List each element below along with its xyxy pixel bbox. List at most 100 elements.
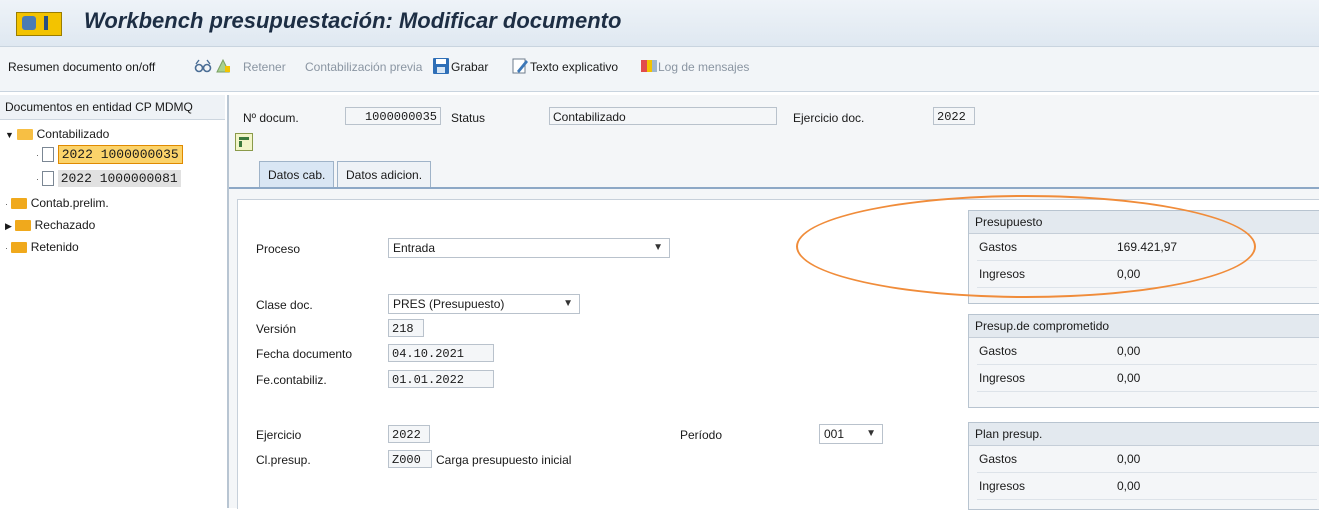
tree-node-parked-label: Contab.prelim. <box>30 196 109 210</box>
dropdown-arrow-icon: ▼ <box>653 242 663 253</box>
message-log-button[interactable]: Log de mensajes <box>658 60 749 74</box>
save-icon[interactable] <box>432 57 450 75</box>
version-label: Versión <box>256 322 297 336</box>
budget-revenues-row: Ingresos 0,00 <box>977 261 1317 288</box>
postdate-field[interactable]: 01.01.2022 <box>388 370 494 388</box>
expenses-label: Gastos <box>979 452 1018 466</box>
expenses-value: 0,00 <box>1117 452 1141 466</box>
tree-node-posted-label: Contabilizado <box>36 127 110 141</box>
tree-node-rejected[interactable]: ▶ Rechazado <box>5 218 95 232</box>
revenues-label: Ingresos <box>979 267 1026 281</box>
doctype-dropdown[interactable]: PRES (Presupuesto) ▼ <box>388 294 580 314</box>
process-value: Entrada <box>393 241 436 255</box>
hold-button[interactable]: Retener <box>243 60 286 74</box>
header-data-panel: Proceso Entrada ▼ Clase doc. PRES (Presu… <box>237 199 1319 510</box>
status-label: Status <box>451 111 486 125</box>
doc-year-label: Ejercicio doc. <box>793 111 865 125</box>
budget-group: Presupuesto Gastos 169.421,97 Ingresos 0… <box>968 210 1319 304</box>
tree-node-doc-2[interactable]: · 2022 1000000081 <box>36 170 181 187</box>
folder-open-icon <box>17 129 34 141</box>
period-dropdown[interactable]: 001 ▼ <box>819 424 883 444</box>
header-detail-icon[interactable] <box>235 133 253 151</box>
expand-arrow-icon[interactable]: ▼ <box>5 130 14 140</box>
tree-node-held[interactable]: · Retenido <box>5 240 79 254</box>
expand-arrow-icon[interactable]: ▶ <box>5 221 12 231</box>
budget-category-label: Cl.presup. <box>256 453 311 467</box>
tab-header-data[interactable]: Datos cab. <box>259 161 335 187</box>
doc-year-field[interactable]: 2022 <box>933 107 975 125</box>
dropdown-arrow-icon: ▼ <box>866 428 876 439</box>
version-field[interactable]: 218 <box>388 319 424 337</box>
revenues-label: Ingresos <box>979 479 1026 493</box>
period-value: 001 <box>824 427 845 441</box>
plan-expenses-row: Gastos 0,00 <box>977 446 1317 473</box>
budget-category-text: Carga presupuesto inicial <box>436 453 572 467</box>
folder-icon <box>11 242 28 254</box>
tree-bullet-icon: · <box>36 174 39 184</box>
window-title: Workbench presupuestación: Modificar doc… <box>84 8 622 33</box>
folder-icon <box>11 198 28 210</box>
budget-group-title: Presupuesto <box>969 211 1319 234</box>
process-dropdown[interactable]: Entrada ▼ <box>388 238 670 258</box>
budget-expenses-row: Gastos 169.421,97 <box>977 234 1317 261</box>
application-toolbar: Resumen documento on/off Retener Contabi… <box>0 47 1319 92</box>
process-label: Proceso <box>256 242 301 256</box>
tree-bullet-icon: · <box>36 150 39 160</box>
tab-additional-data[interactable]: Datos adicion. <box>337 161 432 187</box>
tree-node-held-label: Retenido <box>30 240 79 254</box>
revenues-label: Ingresos <box>979 371 1026 385</box>
status-field[interactable]: Contabilizado <box>549 107 777 125</box>
expenses-label: Gastos <box>979 344 1018 358</box>
tree-bullet-icon: · <box>5 243 8 253</box>
explanatory-text-button[interactable]: Texto explicativo <box>530 60 618 74</box>
revenues-value: 0,00 <box>1117 267 1141 281</box>
tree-node-rejected-label: Rechazado <box>34 218 96 232</box>
folder-icon <box>15 220 32 232</box>
sap-menu-icon[interactable] <box>16 12 62 36</box>
tree-node-doc-2-label: 2022 1000000081 <box>57 170 181 187</box>
budget-category-field[interactable]: Z000 <box>388 450 432 468</box>
tree-node-doc-1[interactable]: · 2022 1000000035 <box>36 145 183 164</box>
plan-group-title: Plan presup. <box>969 423 1319 446</box>
expenses-value: 169.421,97 <box>1117 240 1178 254</box>
revenues-value: 0,00 <box>1117 479 1141 493</box>
tab-strip: Datos cab. Datos adicion. <box>229 155 1319 189</box>
glasses-icon[interactable] <box>194 57 212 75</box>
docdate-field[interactable]: 04.10.2021 <box>388 344 494 362</box>
doctype-value: PRES (Presupuesto) <box>393 297 505 311</box>
fiscal-year-field[interactable]: 2022 <box>388 425 430 443</box>
expenses-value: 0,00 <box>1117 344 1141 358</box>
commitment-expenses-row: Gastos 0,00 <box>977 338 1317 365</box>
docnum-field[interactable]: 1000000035 <box>345 107 441 125</box>
tree-bullet-icon: · <box>5 199 8 209</box>
revenues-value: 0,00 <box>1117 371 1141 385</box>
save-button[interactable]: Grabar <box>451 60 488 74</box>
message-log-icon[interactable] <box>640 57 658 75</box>
postdate-label: Fe.contabiliz. <box>256 373 327 387</box>
explanatory-text-icon[interactable] <box>511 57 529 75</box>
plan-group: Plan presup. Gastos 0,00 Ingresos 0,00 <box>968 422 1319 510</box>
document-area: Nº docum. 1000000035 Status Contabilizad… <box>229 95 1319 510</box>
document-icon <box>42 147 55 163</box>
fiscal-year-label: Ejercicio <box>256 428 302 442</box>
tree-node-parked[interactable]: · Contab.prelim. <box>5 196 109 210</box>
commitment-group-title: Presup.de comprometido <box>969 315 1319 338</box>
tree-node-posted[interactable]: ▼ Contabilizado <box>5 127 109 141</box>
document-icon <box>42 171 55 187</box>
commitment-group: Presup.de comprometido Gastos 0,00 Ingre… <box>968 314 1319 408</box>
summary-toggle-button[interactable]: Resumen documento on/off <box>8 60 155 74</box>
doctype-label: Clase doc. <box>256 298 313 312</box>
tree-node-doc-1-label: 2022 1000000035 <box>57 145 183 164</box>
plan-revenues-row: Ingresos 0,00 <box>977 473 1317 500</box>
tree-header-label: Documentos en entidad CP MDMQ <box>5 100 193 114</box>
period-label: Período <box>680 428 723 442</box>
hold-icon[interactable] <box>214 57 232 75</box>
commitment-revenues-row: Ingresos 0,00 <box>977 365 1317 392</box>
simulate-button[interactable]: Contabilización previa <box>305 60 422 74</box>
tree-header: Documentos en entidad CP MDMQ <box>0 95 225 120</box>
dropdown-arrow-icon: ▼ <box>563 298 573 309</box>
document-tree: Documentos en entidad CP MDMQ ▼ Contabil… <box>0 95 229 508</box>
expenses-label: Gastos <box>979 240 1018 254</box>
docnum-label: Nº docum. <box>243 111 299 125</box>
title-bar: Workbench presupuestación: Modificar doc… <box>0 0 1319 47</box>
